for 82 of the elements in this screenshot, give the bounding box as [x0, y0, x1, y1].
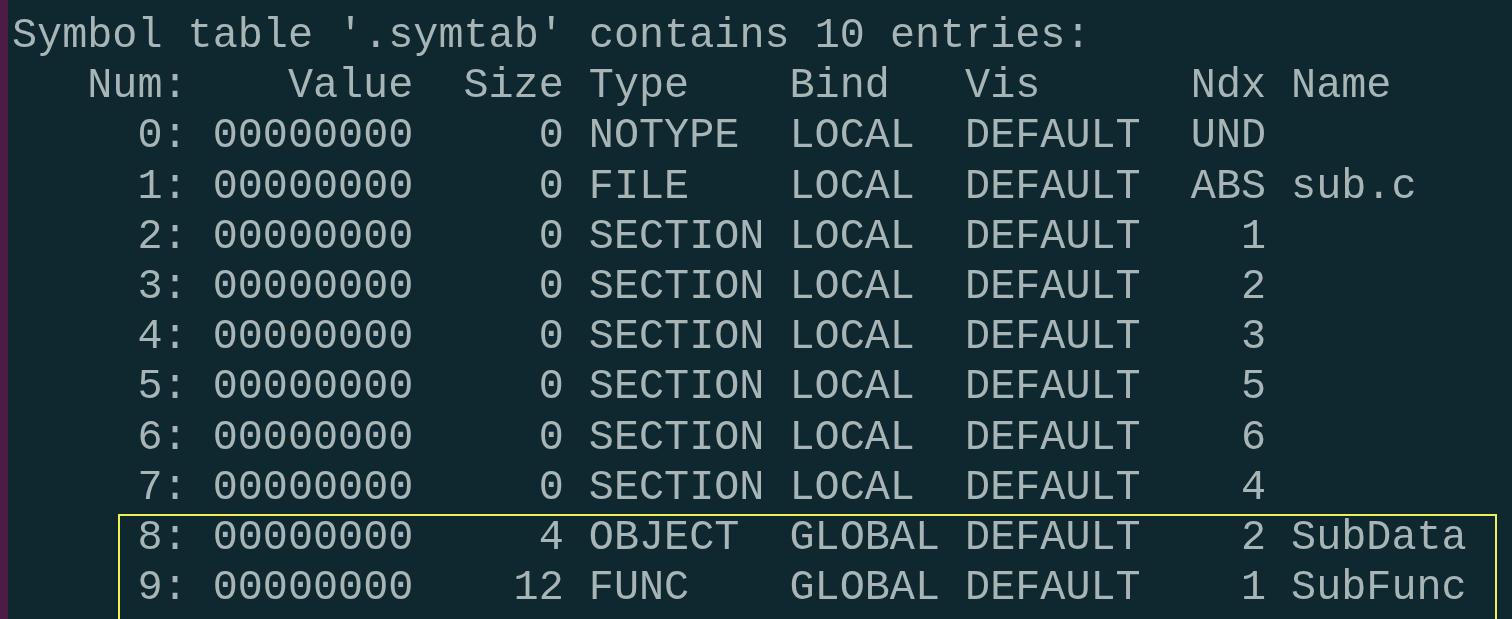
table-cell: SECTION	[588, 312, 765, 363]
column-header: Bind	[789, 61, 891, 112]
table-cell-text: 0	[537, 312, 564, 363]
table-cell-text: 0	[537, 111, 564, 162]
table-cell: GLOBAL	[789, 563, 940, 614]
table-cell-text: 5:	[136, 362, 188, 413]
table-cell-text: DEFAULT	[965, 111, 1142, 162]
table-cell-text: 0:	[136, 111, 188, 162]
table-cell: 00000000	[212, 362, 414, 413]
table-cell-text: 0	[537, 412, 564, 463]
table-cell: GLOBAL	[789, 512, 940, 564]
table-cell-text: 4	[537, 512, 564, 564]
table-cell-text: DEFAULT	[965, 462, 1142, 513]
table-cell-text: LOCAL	[789, 161, 916, 212]
column-header: Size	[462, 61, 564, 112]
table-cell-text: 0	[537, 362, 564, 413]
table-cell: 00000000	[212, 111, 414, 162]
table-cell-text: SubData	[1291, 512, 1468, 564]
table-cell-text: 0	[537, 462, 564, 513]
table-cell-text: LOCAL	[789, 362, 916, 413]
table-cell-text: 6:	[136, 412, 188, 463]
table-cell: 00000000	[212, 462, 414, 513]
table-cell-text: sub.c	[1291, 161, 1418, 212]
table-cell: SECTION	[588, 412, 765, 463]
table-cell-text: 12	[512, 563, 564, 614]
table-cell-text: 8:	[136, 512, 188, 564]
column-header: Type	[588, 61, 691, 112]
table-cell: 00000000	[212, 512, 414, 564]
table-cell-text: 6	[1239, 412, 1267, 463]
table-cell: SECTION	[588, 261, 765, 313]
table-cell-text: OBJECT	[588, 512, 741, 564]
table-cell-text: 3:	[136, 261, 188, 313]
table-cell: UND	[1190, 111, 1267, 162]
table-cell-text: 0	[537, 261, 564, 313]
column-header: Num:	[86, 61, 188, 112]
table-cell-text: 7:	[136, 462, 188, 513]
table-cell-text: 3	[1239, 312, 1267, 363]
table-cell-text: DEFAULT	[965, 261, 1142, 313]
table-cell: 00000000	[212, 312, 414, 363]
table-cell-text: LOCAL	[789, 412, 916, 463]
table-cell-text: DEFAULT	[965, 312, 1142, 363]
table-cell: SECTION	[588, 211, 765, 262]
table-title: Symbol table '.symtab' contains 10 entries:	[12, 11, 1091, 62]
table-cell-text: 0	[537, 211, 564, 262]
table-cell-text: 0	[537, 161, 564, 212]
table-cell-text: LOCAL	[789, 111, 916, 162]
table-cell: 00000000	[212, 412, 414, 463]
table-cell-text: 4	[1239, 462, 1267, 513]
column-header: Vis	[965, 61, 1042, 112]
table-cell-text: DEFAULT	[965, 211, 1142, 262]
table-cell-text: NOTYPE	[588, 111, 741, 162]
column-header: Ndx	[1190, 61, 1267, 112]
table-cell-text: LOCAL	[789, 261, 916, 313]
table-cell-text: 1	[1239, 211, 1267, 262]
table-cell-text: LOCAL	[789, 312, 916, 363]
table-cell-text: 2:	[136, 211, 188, 262]
table-cell-text: LOCAL	[789, 211, 916, 262]
table-cell-text: DEFAULT	[965, 412, 1142, 463]
table-cell-text: SubFunc	[1291, 563, 1468, 614]
table-cell: 00000000	[212, 211, 414, 262]
table-cell-text: 4:	[136, 312, 188, 363]
table-cell-text: FILE	[588, 161, 691, 212]
table-cell: ABS	[1190, 161, 1267, 212]
table-cell-text: 9:	[136, 563, 188, 614]
table-cell: SECTION	[588, 362, 765, 413]
table-cell-text: DEFAULT	[965, 563, 1142, 614]
table-cell-text: 5	[1239, 362, 1267, 413]
table-cell: SECTION	[588, 462, 765, 513]
column-header: Value	[286, 61, 414, 112]
table-cell-text: DEFAULT	[965, 161, 1142, 212]
column-header: Name	[1291, 61, 1393, 112]
table-cell-text: DEFAULT	[965, 362, 1142, 413]
table-cell-text: 1	[1239, 563, 1267, 614]
table-cell-text: DEFAULT	[965, 512, 1142, 564]
table-cell: 00000000	[212, 161, 414, 212]
table-cell: 00000000	[212, 261, 414, 313]
table-cell: 00000000	[212, 563, 414, 614]
table-cell-text: 2	[1239, 261, 1267, 313]
table-cell-text: FUNC	[588, 563, 691, 614]
table-cell-text: LOCAL	[789, 462, 916, 513]
table-cell-text: 2	[1239, 512, 1267, 564]
table-cell-text: 1:	[136, 161, 188, 212]
